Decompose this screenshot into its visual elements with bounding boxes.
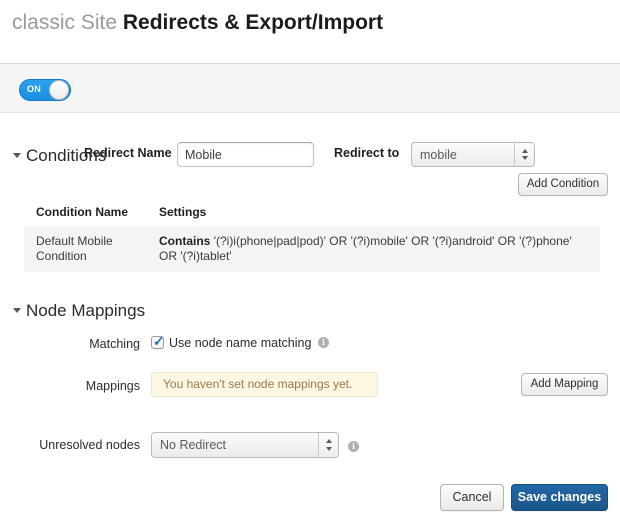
condition-operator-label: Contains bbox=[159, 234, 211, 248]
redirect-enabled-toggle[interactable]: ON bbox=[19, 79, 71, 101]
conditions-table-header: Condition Name Settings bbox=[24, 203, 600, 226]
conditions-table: Condition Name Settings Default Mobile C… bbox=[24, 203, 600, 272]
chevron-updown-icon bbox=[514, 143, 534, 166]
check-icon: ✓ bbox=[153, 333, 165, 349]
redirect-name-input[interactable] bbox=[177, 142, 314, 167]
save-changes-button[interactable]: Save changes bbox=[511, 484, 608, 511]
use-node-name-matching-label: Use node name matching bbox=[169, 336, 312, 350]
page-title-site: classic Site bbox=[12, 11, 118, 34]
conditions-heading-label: Conditions bbox=[26, 146, 107, 165]
condition-settings-value: '(?i)i(phone|pad|pod)' OR '(?i)mobile' O… bbox=[159, 234, 572, 263]
mappings-empty-notice: You haven't set node mappings yet. bbox=[151, 372, 378, 397]
redirect-to-select[interactable]: mobile bbox=[411, 142, 535, 167]
info-icon-matching[interactable]: i bbox=[318, 337, 329, 348]
toggle-state-label: ON bbox=[27, 84, 42, 94]
unresolved-nodes-selected-value: No Redirect bbox=[160, 438, 226, 452]
chevron-updown-icon bbox=[318, 433, 338, 457]
add-condition-button[interactable]: Add Condition bbox=[518, 173, 608, 196]
column-header-condition-name: Condition Name bbox=[36, 205, 128, 219]
unresolved-nodes-label: Unresolved nodes bbox=[39, 438, 140, 452]
node-mappings-section-header[interactable]: Node Mappings bbox=[13, 301, 145, 321]
unresolved-nodes-select[interactable]: No Redirect bbox=[151, 432, 339, 458]
redirect-settings-panel: ON Redirect Name Redirect to mobile bbox=[0, 63, 620, 167]
page-title-document: Redirects & Export/Import bbox=[122, 11, 384, 34]
condition-settings-cell: Contains '(?i)i(phone|pad|pod)' OR '(?i)… bbox=[159, 234, 592, 264]
conditions-section-header[interactable]: Conditions bbox=[13, 146, 106, 166]
condition-name-cell: Default Mobile Condition bbox=[36, 234, 113, 263]
node-mappings-heading-label: Node Mappings bbox=[26, 301, 146, 320]
table-row[interactable]: Default Mobile Condition Contains '(?i)i… bbox=[24, 226, 600, 272]
matching-label: Matching bbox=[89, 337, 140, 351]
redirect-to-label: Redirect to bbox=[334, 146, 400, 160]
add-mapping-button[interactable]: Add Mapping bbox=[521, 373, 608, 396]
column-header-settings: Settings bbox=[159, 205, 207, 219]
use-node-name-matching-checkbox[interactable]: ✓ bbox=[151, 333, 165, 349]
mappings-label: Mappings bbox=[85, 379, 140, 393]
redirect-to-selected-value: mobile bbox=[420, 147, 457, 162]
chevron-down-icon bbox=[13, 308, 21, 314]
cancel-button[interactable]: Cancel bbox=[440, 484, 504, 511]
chevron-down-icon bbox=[13, 153, 21, 159]
toggle-knob bbox=[49, 80, 69, 100]
page-title: classic Site Redirects & Export/Import bbox=[12, 10, 383, 36]
info-icon-unresolved[interactable]: i bbox=[348, 441, 359, 452]
